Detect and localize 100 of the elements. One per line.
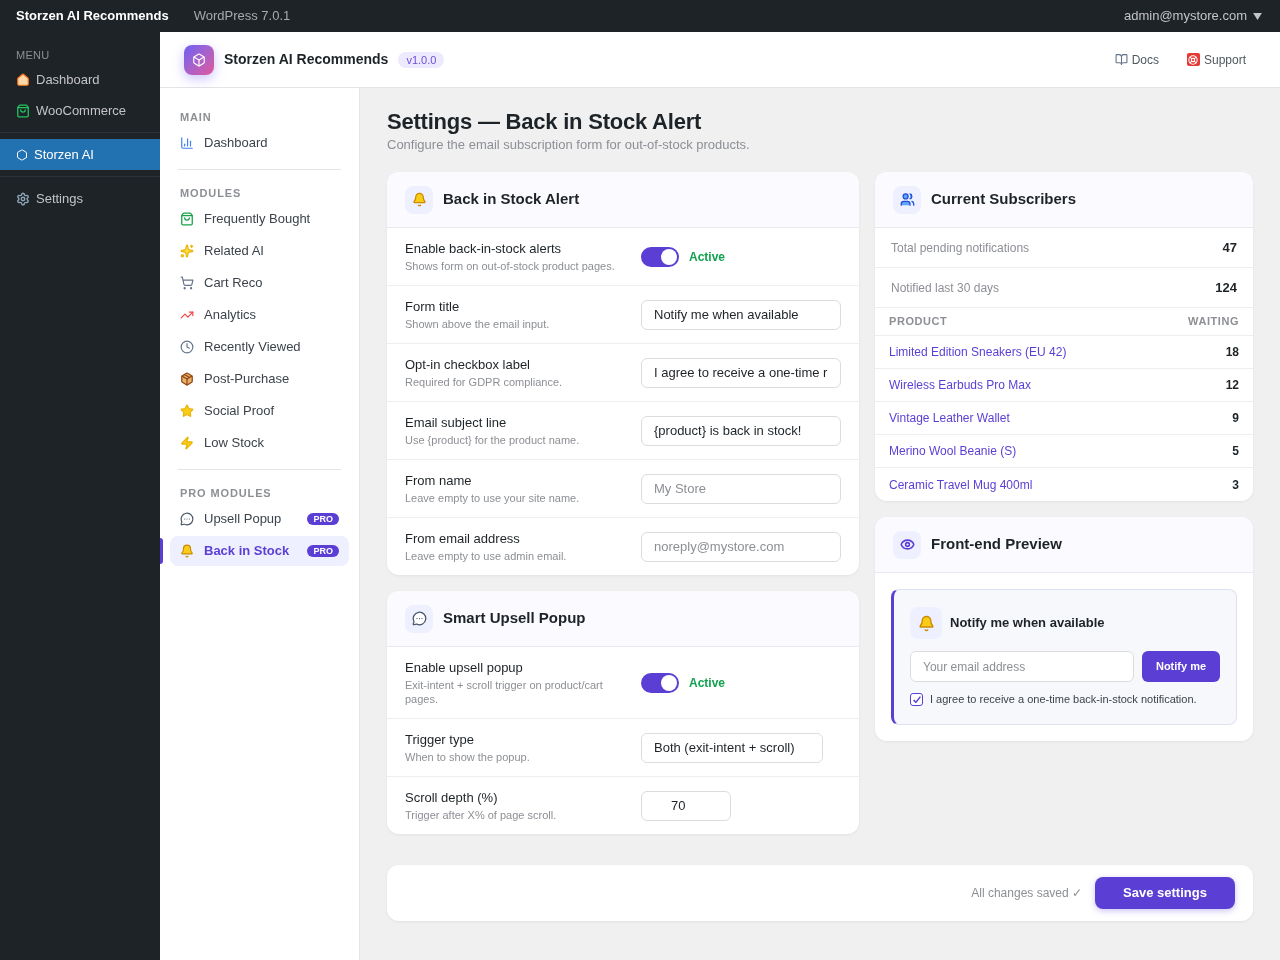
setting-hint: Use {product} for the product name. bbox=[405, 433, 581, 447]
cube-logo-icon bbox=[184, 44, 214, 75]
form-title: Notify me when available bbox=[950, 614, 1105, 633]
notify-button[interactable]: Notify me bbox=[1142, 651, 1220, 682]
consent-label: I agree to receive a one-time back-in-stock notification. bbox=[930, 692, 1197, 707]
nav-item[interactable]: Analytics bbox=[170, 300, 349, 330]
save-button[interactable]: Save settings bbox=[1095, 877, 1235, 909]
book-icon bbox=[1114, 53, 1128, 66]
column-header: PRODUCT bbox=[889, 314, 948, 330]
card-title: Back in Stock Alert bbox=[443, 189, 580, 210]
shopping-bag-icon bbox=[16, 103, 30, 118]
setting-hint: Required for GDPR compliance. bbox=[405, 375, 564, 389]
cart-icon bbox=[180, 276, 194, 290]
section-heading: MODULES bbox=[179, 186, 243, 200]
product-link[interactable]: Vintage Leather Wallet bbox=[889, 409, 1010, 427]
bell-icon bbox=[910, 607, 942, 639]
setting-label: Form title bbox=[405, 298, 461, 315]
version-badge: v1.0.0 bbox=[398, 51, 445, 68]
menu-item[interactable]: WooCommerce bbox=[0, 95, 160, 126]
lifebuoy-icon bbox=[1186, 53, 1200, 66]
column-header: WAITING bbox=[1188, 314, 1239, 330]
setting-hint: Shown above the email input. bbox=[405, 317, 551, 331]
nav-item[interactable]: Cart Reco bbox=[170, 268, 349, 298]
product-link[interactable]: Merino Wool Beanie (S) bbox=[889, 442, 1017, 460]
status-label: Active bbox=[689, 674, 726, 692]
setting-hint: Shows form on out-of-stock product pages. bbox=[405, 259, 616, 273]
table-cell-text: 12 bbox=[1225, 377, 1239, 394]
header-link[interactable]: Docs bbox=[1114, 50, 1159, 69]
product-link[interactable]: Wireless Earbuds Pro Max bbox=[889, 376, 1032, 394]
active-indicator bbox=[160, 538, 163, 564]
input-field[interactable]: noreply@mystore.com bbox=[641, 531, 841, 562]
users-icon bbox=[893, 185, 921, 214]
input-field[interactable]: 70 bbox=[641, 790, 731, 821]
setting-hint: Leave empty to use your site name. bbox=[405, 491, 581, 505]
setting-label: Email subject line bbox=[405, 414, 508, 431]
header-link[interactable]: Support bbox=[1186, 50, 1246, 69]
bell-icon bbox=[180, 544, 194, 558]
house-icon bbox=[16, 72, 30, 87]
card-title: Front-end Preview bbox=[931, 534, 1062, 555]
nav-item[interactable]: Frequently Bought bbox=[170, 204, 349, 234]
toggle-switch[interactable] bbox=[641, 672, 679, 693]
input-field[interactable]: Both (exit-intent + scroll) bbox=[641, 732, 823, 763]
page-title: Settings — Back in Stock Alert bbox=[387, 108, 703, 136]
setting-hint: When to show the popup. bbox=[405, 750, 531, 764]
product-link[interactable]: Ceramic Travel Mug 400ml bbox=[889, 475, 1033, 494]
star-icon bbox=[180, 404, 194, 418]
gear-icon bbox=[16, 191, 30, 206]
nav-item[interactable]: Post-Purchase bbox=[170, 364, 349, 394]
product-link[interactable]: Limited Edition Sneakers (EU 42) bbox=[889, 343, 1067, 361]
table-cell-text: 3 bbox=[1232, 476, 1239, 494]
input-field[interactable]: {product} is back in stock! bbox=[641, 415, 841, 446]
bell-icon bbox=[405, 185, 433, 214]
user-menu[interactable]: admin@mystore.com bbox=[1124, 6, 1262, 26]
page-subtitle: Configure the email subscription form for out-of-stock products. bbox=[387, 137, 751, 153]
chat-bubble-icon bbox=[180, 512, 194, 526]
setting-label: Scroll depth (%) bbox=[405, 789, 499, 806]
stat-value: 124 bbox=[1215, 278, 1237, 297]
stat-label: Total pending notifications bbox=[891, 239, 1030, 257]
table-cell-text: 9 bbox=[1232, 410, 1239, 427]
lightning-icon bbox=[180, 436, 194, 450]
hexagon-icon bbox=[16, 148, 28, 161]
package-icon bbox=[180, 372, 194, 386]
nav-item[interactable]: Related AI bbox=[170, 236, 349, 266]
input-field[interactable]: My Store bbox=[641, 473, 841, 504]
nav-item[interactable]: Back in Stock PRO bbox=[170, 536, 349, 566]
nav-item[interactable]: Low Stock bbox=[170, 428, 349, 458]
pro-badge: PRO bbox=[307, 545, 339, 557]
setting-label: Trigger type bbox=[405, 731, 475, 748]
section-heading: PRO MODULES bbox=[179, 486, 273, 500]
card-title: Current Subscribers bbox=[931, 189, 1077, 210]
setting-label: Opt-in checkbox label bbox=[405, 356, 531, 373]
check-icon bbox=[912, 695, 921, 703]
toggle-switch[interactable] bbox=[641, 246, 679, 267]
setting-label: Enable back-in-stock alerts bbox=[405, 240, 563, 257]
menu-item[interactable]: Settings bbox=[0, 183, 160, 214]
card-title: Smart Upsell Popup bbox=[443, 608, 586, 629]
plugin-title: Storzen AI Recommends bbox=[224, 50, 389, 69]
menu-item[interactable]: Storzen AI bbox=[0, 139, 160, 170]
nav-item[interactable]: Upsell Popup PRO bbox=[170, 504, 349, 534]
eye-icon bbox=[893, 530, 921, 559]
nav-item[interactable]: Social Proof bbox=[170, 396, 349, 426]
menu-item[interactable]: Dashboard bbox=[0, 64, 160, 95]
stat-label: Notified last 30 days bbox=[891, 279, 1000, 297]
sparkles-icon bbox=[180, 244, 194, 258]
setting-hint: Trigger after X% of page scroll. bbox=[405, 808, 558, 822]
status-label: Active bbox=[689, 248, 726, 266]
bar-chart-icon bbox=[180, 136, 194, 150]
nav-item[interactable]: Dashboard bbox=[170, 128, 349, 158]
platform-version: WordPress 7.0.1 bbox=[193, 7, 291, 26]
caret-icon bbox=[1253, 12, 1262, 20]
setting-label: From email address bbox=[405, 530, 521, 547]
checkbox[interactable] bbox=[910, 692, 923, 706]
table-cell-text: 18 bbox=[1225, 344, 1239, 361]
input-field[interactable]: Notify me when available bbox=[641, 299, 841, 330]
site-title: Storzen AI Recommends bbox=[16, 7, 169, 26]
setting-label: Enable upsell popup bbox=[405, 659, 524, 676]
menu-heading: MENU bbox=[15, 48, 51, 62]
nav-item[interactable]: Recently Viewed bbox=[170, 332, 349, 362]
email-field[interactable]: Your email address bbox=[910, 651, 1134, 682]
input-field[interactable]: I agree to receive a one-time r bbox=[641, 357, 841, 388]
